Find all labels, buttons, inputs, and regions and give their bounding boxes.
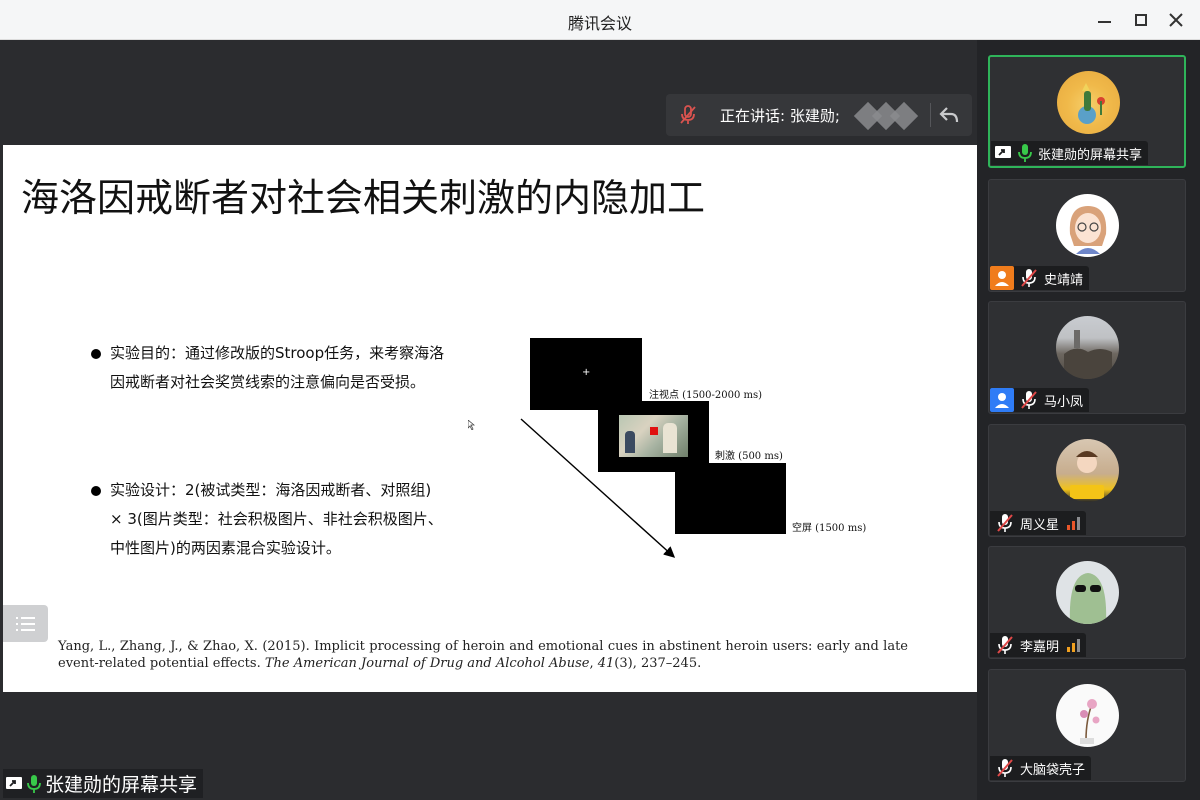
maximize-icon (1135, 14, 1147, 26)
list-icon (15, 616, 35, 631)
participant-tile[interactable]: 大脑袋壳子 (988, 669, 1186, 782)
participant-tile[interactable]: 史靖靖 (988, 179, 1186, 292)
bullet-dot (91, 349, 101, 359)
screen-share-icon (995, 146, 1011, 158)
mic-muted-icon (997, 514, 1013, 532)
participant-sidebar: 张建勋的屏幕共享 史靖靖 马小凤 周义星 李嘉明 大脑袋壳子 (977, 40, 1200, 800)
mic-muted-icon (1021, 391, 1037, 409)
speaker-avatar-3 (889, 101, 919, 131)
cohost-badge-icon (990, 388, 1014, 412)
bullet-text: 实验设计：2(被试类型：海洛因戒断者、对照组) × 3(图片类型：社会积极图片、… (110, 481, 443, 557)
window-title: 腾讯会议 (567, 14, 632, 33)
bullet-design: 实验设计：2(被试类型：海洛因戒断者、对照组) × 3(图片类型：社会积极图片、… (91, 476, 446, 563)
blank-caption: 空屏 (1500 ms) (792, 523, 867, 534)
participant-name: 张建勋的屏幕共享 (1038, 147, 1143, 163)
participant-label: 大脑袋壳子 (990, 756, 1092, 780)
speaker-avatars (853, 100, 922, 131)
meeting-window: 腾讯会议 正在讲话: 张建勋; 海洛因戒断者对社会相关刺激的内隐加工 实验目的：… (0, 0, 1200, 800)
share-stage: 正在讲话: 张建勋; 海洛因戒断者对社会相关刺激的内隐加工 实验目的：通过修改版… (3, 40, 977, 798)
blank-screen (675, 463, 786, 534)
speaking-indicator: 正在讲话: 张建勋; (666, 94, 972, 136)
mic-muted-icon (997, 636, 1013, 654)
host-badge-icon (990, 266, 1014, 290)
participant-label: 马小凤 (990, 388, 1090, 412)
fixation-cross: + (582, 367, 591, 378)
minimize-button[interactable] (1091, 8, 1117, 32)
return-arrow-icon (939, 107, 958, 123)
reference-citation: Yang, L., Zhang, J., & Zhao, X. (2015). … (58, 639, 908, 671)
fixation-caption: 注视点 (1500-2000 ms) (649, 390, 763, 401)
mouse-cursor-icon (467, 419, 476, 433)
speaking-text: 正在讲话: 张建勋; (720, 106, 840, 125)
participant-name: 马小凤 (1044, 394, 1084, 410)
participant-tile[interactable]: 周义星 (988, 424, 1186, 537)
close-icon (1169, 13, 1183, 27)
town-photo-avatar (1056, 316, 1119, 379)
bullet-purpose: 实验目的：通过修改版的Stroop任务，来考察海洛因戒断者对社会奖赏线索的注意偏… (91, 339, 446, 397)
close-button[interactable] (1163, 8, 1189, 32)
photo-avatar (1056, 439, 1119, 502)
reference-volume: 41 (597, 656, 615, 671)
reference-pages: (3), 237–245. (614, 656, 702, 671)
maximize-button[interactable] (1128, 8, 1154, 32)
participant-tile[interactable]: 李嘉明 (988, 546, 1186, 659)
fixation-screen: + (530, 338, 642, 410)
mic-muted-icon (1021, 269, 1037, 287)
mic-on-icon (1018, 144, 1032, 162)
participant-label: 史靖靖 (990, 266, 1090, 290)
flower-avatar (1056, 684, 1119, 747)
slide-list-button[interactable] (3, 605, 48, 642)
bullet-text: 实验目的：通过修改版的Stroop任务，来考察海洛因戒断者对社会奖赏线索的注意偏… (110, 344, 445, 391)
participant-name: 李嘉明 (1020, 639, 1060, 655)
screen-share-icon (6, 776, 22, 789)
ghost-avatar (1056, 561, 1119, 624)
participant-label: 李嘉明 (990, 633, 1087, 657)
signal-weak-icon (1067, 516, 1081, 530)
mic-on-icon (27, 774, 41, 793)
share-owner-name: 张建勋的屏幕共享 (45, 774, 198, 796)
signal-weak-icon (1067, 638, 1081, 652)
reference-journal: The American Journal of Drug and Alcohol… (264, 656, 590, 671)
participant-name: 大脑袋壳子 (1020, 762, 1086, 778)
bullet-dot (91, 486, 101, 496)
girl-avatar (1056, 194, 1119, 257)
participant-label: 张建勋的屏幕共享 (991, 141, 1149, 165)
participant-name: 周义星 (1020, 517, 1060, 533)
mic-muted-icon (680, 105, 696, 124)
participant-label: 周义星 (990, 511, 1087, 535)
mic-muted-icon (997, 759, 1013, 777)
participant-tile[interactable]: 马小凤 (988, 301, 1186, 414)
shared-slide: 海洛因戒断者对社会相关刺激的内隐加工 实验目的：通过修改版的Stroop任务，来… (3, 145, 977, 692)
time-arrow (520, 418, 676, 558)
little-prince-avatar (1057, 71, 1120, 134)
participant-name: 史靖靖 (1044, 272, 1084, 288)
stimulus-caption: 刺激 (500 ms) (715, 451, 783, 462)
title-bar: 腾讯会议 (0, 0, 1200, 40)
mute-button[interactable] (666, 94, 710, 136)
share-owner-label: 张建勋的屏幕共享 (3, 769, 204, 798)
slide-title: 海洛因戒断者对社会相关刺激的内隐加工 (21, 176, 706, 220)
return-button[interactable] (931, 94, 967, 136)
minimize-icon (1097, 21, 1111, 23)
participant-tile[interactable]: 张建勋的屏幕共享 (988, 55, 1186, 168)
